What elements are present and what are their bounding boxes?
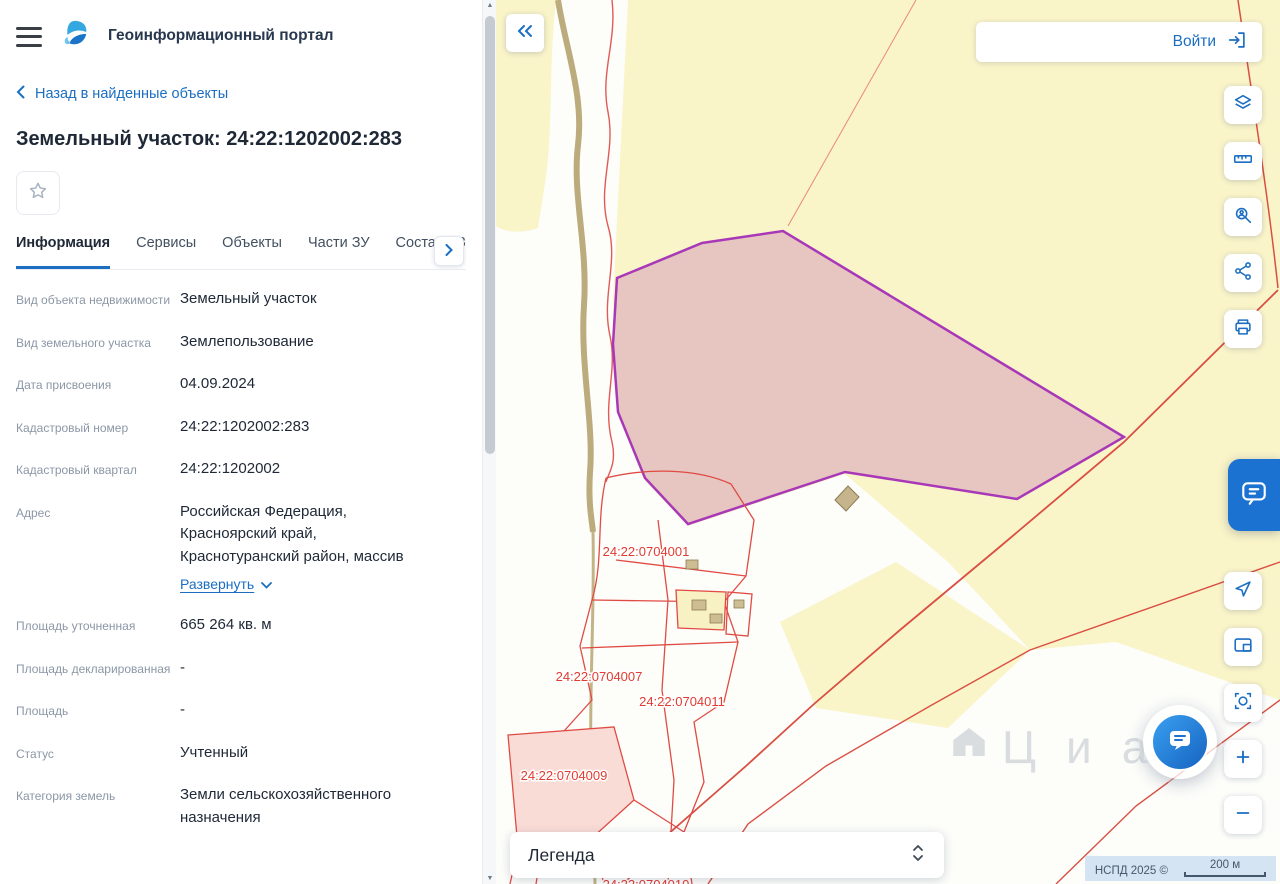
tab-services[interactable]: Сервисы (136, 235, 196, 269)
attribute-row: Категория земель Земли сельскохозяйственн… (16, 786, 392, 826)
attribute-row: Кадастровый номер 24:22:1202002:283 (16, 417, 310, 435)
back-link-label: Назад в найденные объекты (35, 86, 229, 102)
scrollbar-thumb[interactable] (485, 16, 495, 454)
scale-line (1184, 872, 1266, 877)
cadastral-quarter-label: 24:22:0704001 (603, 544, 690, 559)
favorite-button[interactable] (16, 171, 60, 215)
attribute-row: Площадь - (16, 701, 185, 718)
login-icon (1226, 29, 1248, 56)
tab-parcel-parts[interactable]: Части ЗУ (308, 235, 370, 269)
chevron-right-icon (445, 243, 453, 260)
tab-objects[interactable]: Объекты (222, 235, 282, 269)
back-link[interactable]: Назад в найденные объекты (16, 85, 228, 103)
map-attribution: НСПД 2025 © 200 м (1084, 856, 1276, 881)
overview-map-button[interactable] (1224, 628, 1262, 666)
minimap-icon (1232, 634, 1254, 661)
cadastral-quarter-label: 24:22:0704010 (603, 877, 690, 884)
attribute-row: Площадь уточненная 665 264 кв. м (16, 616, 272, 633)
chat-bubble-icon (1164, 724, 1196, 761)
cadastral-quarter-label: 24:22:0704009 (521, 768, 608, 783)
tab-information[interactable]: Информация (16, 235, 111, 269)
cadastral-quarter-label: 24:22:0704007 (556, 669, 643, 684)
layers-icon (1232, 92, 1254, 119)
scale-bar: 200 м (1184, 859, 1266, 877)
attribute-row-address: Адрес Российская Федерация, Красноярский… (16, 491, 466, 605)
expand-address-link[interactable]: Развернуть (180, 576, 273, 592)
scroll-down-arrow[interactable]: ▼ (483, 875, 497, 882)
minus-icon (1233, 803, 1253, 828)
zoom-out-button[interactable] (1224, 796, 1262, 834)
map-area: 24:22:0704001 24:22:0704007 24:22:070401… (496, 0, 1280, 884)
double-chevron-left-icon (517, 23, 533, 43)
star-icon (27, 180, 49, 207)
attribute-row: Дата присвоения 04.09.2024 (16, 375, 256, 392)
print-button[interactable] (1224, 310, 1262, 348)
feedback-tab-button[interactable] (1228, 459, 1280, 531)
ruler-icon (1232, 148, 1254, 175)
zoom-area-icon (1232, 690, 1254, 717)
attribute-row: Статус Учтенный (16, 743, 249, 761)
cadastral-quarter-label: 24:22:0704011 (639, 694, 725, 709)
attributes-list: Вид объекта недвижимости Земельный участо… (16, 278, 466, 839)
chevron-down-icon (261, 576, 273, 592)
attribute-row: Вид объекта недвижимости Земельный участо… (16, 290, 317, 307)
printer-icon (1232, 316, 1254, 343)
share-button[interactable] (1224, 254, 1262, 292)
zoom-to-area-button[interactable] (1224, 684, 1262, 722)
attribution-text: НСПД 2025 © (1094, 865, 1168, 877)
locate-button[interactable] (1224, 572, 1262, 610)
chat-fab-button[interactable] (1143, 705, 1217, 779)
tabs-scroll-right-button[interactable] (434, 236, 464, 266)
object-search-button[interactable] (1224, 198, 1262, 236)
login-button[interactable]: Войти (976, 22, 1262, 62)
portal-logo-icon (60, 18, 90, 53)
legend-title: Легенда (528, 844, 595, 865)
geoportal-app: Геоинформационный портал Назад в найденн… (0, 0, 1280, 884)
navigation-arrow-icon (1232, 578, 1254, 605)
attribute-row: Кадастровый квартал 24:22:1202002 (16, 460, 281, 477)
legend-bar[interactable]: Легенда (510, 832, 944, 878)
page-title: Земельный участок: 24:22:1202002:283 (16, 128, 402, 150)
scale-label: 200 м (1209, 859, 1241, 871)
plus-icon (1233, 747, 1253, 772)
menu-icon[interactable] (16, 25, 42, 47)
share-icon (1232, 260, 1254, 287)
panel-scrollbar[interactable]: ▲ ▼ (482, 0, 497, 884)
portal-title: Геоинформационный портал (108, 26, 334, 44)
chevron-left-icon (16, 85, 25, 103)
feedback-chat-icon (1239, 478, 1269, 513)
login-label: Войти (1172, 33, 1216, 50)
object-info-panel: Геоинформационный портал Назад в найденн… (0, 0, 482, 884)
tab-bar: Информация Сервисы Объекты Части ЗУ Сост… (16, 235, 466, 270)
measure-button[interactable] (1224, 142, 1262, 180)
scroll-up-arrow[interactable]: ▲ (483, 2, 497, 9)
object-search-icon (1232, 204, 1254, 231)
attribute-row: Площадь декларированная - (16, 658, 185, 676)
zoom-in-button[interactable] (1224, 740, 1262, 778)
panel-header: Геоинформационный портал (16, 0, 466, 53)
expand-collapse-icon[interactable] (910, 843, 926, 868)
collapse-panel-button[interactable] (506, 14, 544, 52)
layers-button[interactable] (1224, 86, 1262, 124)
attribute-row: Вид земельного участка Землепользование (16, 332, 314, 350)
address-value: Российская Федерация, Красноярский край,… (180, 502, 404, 565)
